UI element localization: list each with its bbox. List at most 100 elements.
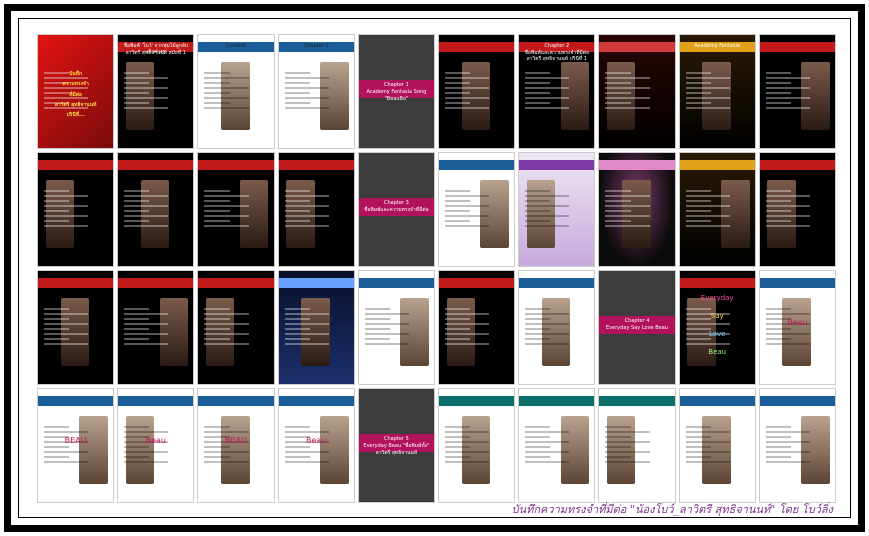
thumbnail-caption: Everyday Say Love Beau [606, 325, 668, 332]
page-thumbnail[interactable] [758, 152, 836, 267]
thumbnail-caption: Beau [306, 436, 327, 446]
page-thumbnail[interactable] [37, 270, 115, 385]
thumbnail-caption: Chapter 3 [384, 200, 409, 207]
thumbnail-header-bar [438, 395, 515, 406]
thumbnail-text-lines [445, 69, 508, 112]
thumbnail-header-bar [599, 41, 675, 52]
page-thumbnail[interactable] [678, 388, 756, 503]
page-thumbnail[interactable] [437, 388, 516, 503]
page-thumbnail[interactable] [598, 34, 676, 149]
page-thumbnail[interactable]: Chapter 4 Everyday Say Love Beau [598, 270, 676, 385]
page-thumbnail[interactable]: ชื่อพิมพ์ 'โบว์' จากพุ่มไม้ลูกลับเจ้าต่า… [117, 34, 195, 149]
thumbnail-header-bar [759, 41, 835, 52]
thumbnail-text-lines [204, 305, 267, 348]
thumbnail-header-bar [118, 277, 194, 288]
thumbnail-text-lines [364, 305, 428, 348]
thumbnail-text-lines [204, 69, 267, 112]
thumbnail-text-lines [525, 423, 588, 466]
thumbnail-caption: BEAU [225, 436, 247, 446]
thumbnail-header-bar [438, 159, 515, 170]
collage-caption: บันทึกความทรงจำที่มีต่อ "น้องโบว์_ลาวิตร… [511, 503, 833, 516]
page-thumbnail[interactable]: BEAU [197, 388, 275, 503]
page-thumbnail[interactable] [437, 152, 516, 267]
thumbnail-header-bar [519, 159, 595, 170]
thumbnail-header-bar [438, 277, 515, 288]
thumbnail-text-lines [44, 187, 107, 230]
thumbnail-text-lines [605, 187, 668, 230]
page-thumbnail[interactable] [37, 152, 115, 267]
page-thumbnail[interactable]: บันทึก ความทรงจำ ที่มีต่อ ลาวิตรี สุทธิจานน… [37, 34, 115, 149]
page-thumbnail[interactable]: Chapter 1 Academy Fantasia Song "BeauBo" [357, 34, 435, 149]
page-thumbnail[interactable] [598, 152, 676, 267]
thumbnail-text-lines [685, 423, 749, 466]
page-thumbnail[interactable] [518, 388, 596, 503]
page-thumbnail[interactable] [117, 152, 195, 267]
thumbnail-header-bar [679, 159, 755, 170]
page-thumbnail[interactable]: Beau [758, 270, 836, 385]
page-thumbnail[interactable] [277, 152, 355, 267]
thumbnail-header-bar [278, 277, 354, 288]
thumbnail-caption: ลาวิตรี สุทธิจานนท์ ปรินีที่ 1 [526, 56, 587, 63]
thumbnail-header-bar [759, 395, 835, 406]
page-thumbnail[interactable]: Content [197, 34, 275, 149]
thumbnail-header-bar [599, 395, 675, 406]
page-thumbnail[interactable] [357, 270, 435, 385]
thumbnail-text-lines [685, 187, 749, 230]
thumbnail-text-lines [605, 69, 668, 112]
thumbnail-caption: ลาวิตรี สุทธิจานนท์ [54, 101, 97, 108]
page-thumbnail[interactable] [437, 270, 516, 385]
page-thumbnail[interactable] [518, 270, 596, 385]
thumbnail-caption: Content [226, 42, 246, 49]
thumbnail-text-lines [124, 69, 187, 112]
thumbnail-text-lines [284, 305, 348, 348]
page-thumbnail[interactable]: BEAU [37, 388, 115, 503]
thumbnail-caption: ที่มีต่อ [69, 91, 83, 98]
thumbnail-text-lines [765, 69, 829, 112]
thumbnail-text-lines [445, 305, 508, 348]
page-thumbnail[interactable] [277, 270, 355, 385]
thumbnail-caption: ชื่อพิมพ์และความทรงจำที่มีต่อ [524, 49, 590, 56]
page-thumbnail[interactable]: Everyday Say Love Beau [678, 270, 756, 385]
thumbnail-text-lines [525, 69, 588, 112]
page-thumbnail[interactable] [117, 270, 195, 385]
thumbnail-header-bar [278, 395, 354, 406]
thumbnail-header-bar [759, 159, 835, 170]
thumbnail-caption: บันทึก [69, 71, 83, 78]
thumbnail-text-lines [44, 305, 107, 348]
page-thumbnail[interactable]: Chapter 3 ชื่อพิมพ์และความทรงจำที่มีต่อ [357, 152, 435, 267]
page-thumbnail[interactable] [598, 388, 676, 503]
page-thumbnail[interactable] [758, 34, 836, 149]
page-thumbnail[interactable] [678, 152, 756, 267]
page-thumbnail[interactable]: Chapter 5 Everyday Beau "ชื่อพิมพ์ทั้ง" ลา… [357, 388, 435, 503]
thumbnail-caption: Chapter 4 [624, 318, 650, 325]
page-thumbnail[interactable] [518, 152, 596, 267]
page-thumbnail[interactable]: Beau [117, 388, 195, 503]
thumbnail-text-lines [605, 423, 668, 466]
thumbnail-caption: Beau [145, 436, 166, 446]
thumbnail-caption: Chapter 1 [303, 42, 329, 49]
page-thumbnail[interactable]: Chapter 1 [277, 34, 355, 149]
thumbnail-caption: Academy Fantasia [694, 42, 740, 49]
page-thumbnail[interactable]: Academy Fantasia [678, 34, 756, 149]
thumbnail-text-lines [445, 187, 508, 230]
thumbnail-header-bar [358, 277, 434, 288]
page-thumbnail[interactable]: Beau [277, 388, 355, 503]
thumbnail-caption: Beau [787, 318, 808, 328]
thumbnail-caption: Chapter 1 [384, 82, 409, 89]
page-thumbnail[interactable] [437, 34, 516, 149]
thumbnail-text-lines [765, 423, 829, 466]
page-thumbnail[interactable] [197, 270, 275, 385]
thumbnail-caption: ชื่อพิมพ์และความทรงจำที่มีต่อ [364, 207, 429, 214]
thumbnail-grid: บันทึก ความทรงจำ ที่มีต่อ ลาวิตรี สุทธิจานน… [37, 34, 836, 503]
page-thumbnail[interactable] [197, 152, 275, 267]
page-thumbnail[interactable] [758, 388, 836, 503]
page-thumbnail[interactable]: Chapter 2 ชื่อพิมพ์และความทรงจำที่มีต่อ ลา… [518, 34, 596, 149]
thumbnail-header-bar [198, 395, 274, 406]
thumbnail-text-lines [124, 187, 187, 230]
thumbnail-caption: BEAU [64, 436, 87, 446]
thumbnail-header-bar [198, 277, 274, 288]
thumbnail-caption: Love [708, 329, 726, 338]
thumbnail-caption: Chapter 2 [544, 42, 570, 49]
thumbnail-text-lines [284, 187, 348, 230]
thumbnail-caption: Everyday [700, 293, 734, 302]
